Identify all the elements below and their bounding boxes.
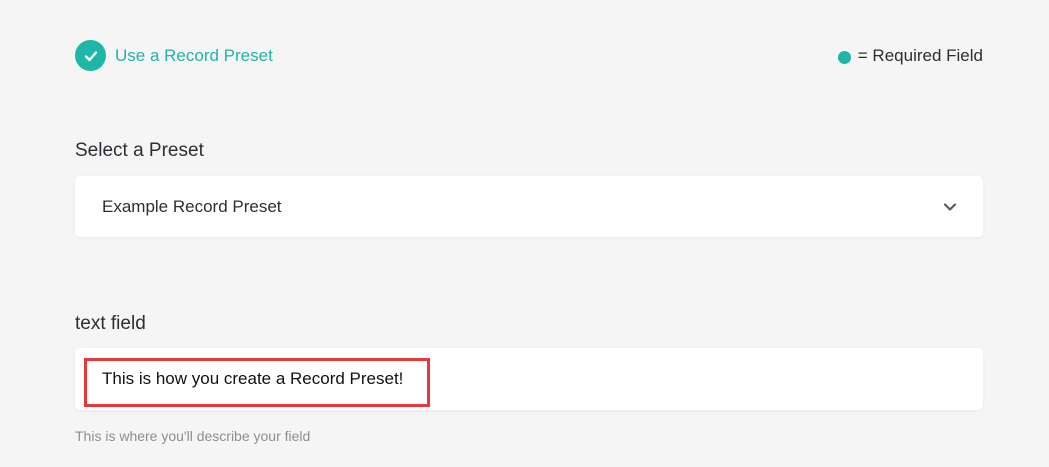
text-field-helper: This is where you'll describe your field (75, 428, 311, 444)
use-preset-toggle[interactable]: Use a Record Preset (75, 40, 273, 71)
preset-select-value[interactable]: Example Record Preset (102, 197, 282, 217)
use-preset-label[interactable]: Use a Record Preset (115, 46, 273, 66)
record-form: Use a Record Preset = Required Field Sel… (0, 0, 1049, 467)
required-dot-icon (837, 51, 851, 64)
preset-select[interactable]: Example Record Preset (75, 176, 983, 237)
required-field-legend: = Required Field (837, 46, 983, 66)
text-field-label: text field (75, 313, 146, 334)
text-field-container (75, 348, 983, 410)
required-legend-text: = Required Field (857, 46, 983, 65)
chevron-down-icon[interactable] (942, 199, 958, 220)
check-icon[interactable] (75, 40, 106, 71)
text-field-input[interactable] (102, 348, 962, 410)
select-preset-label: Select a Preset (75, 140, 204, 161)
